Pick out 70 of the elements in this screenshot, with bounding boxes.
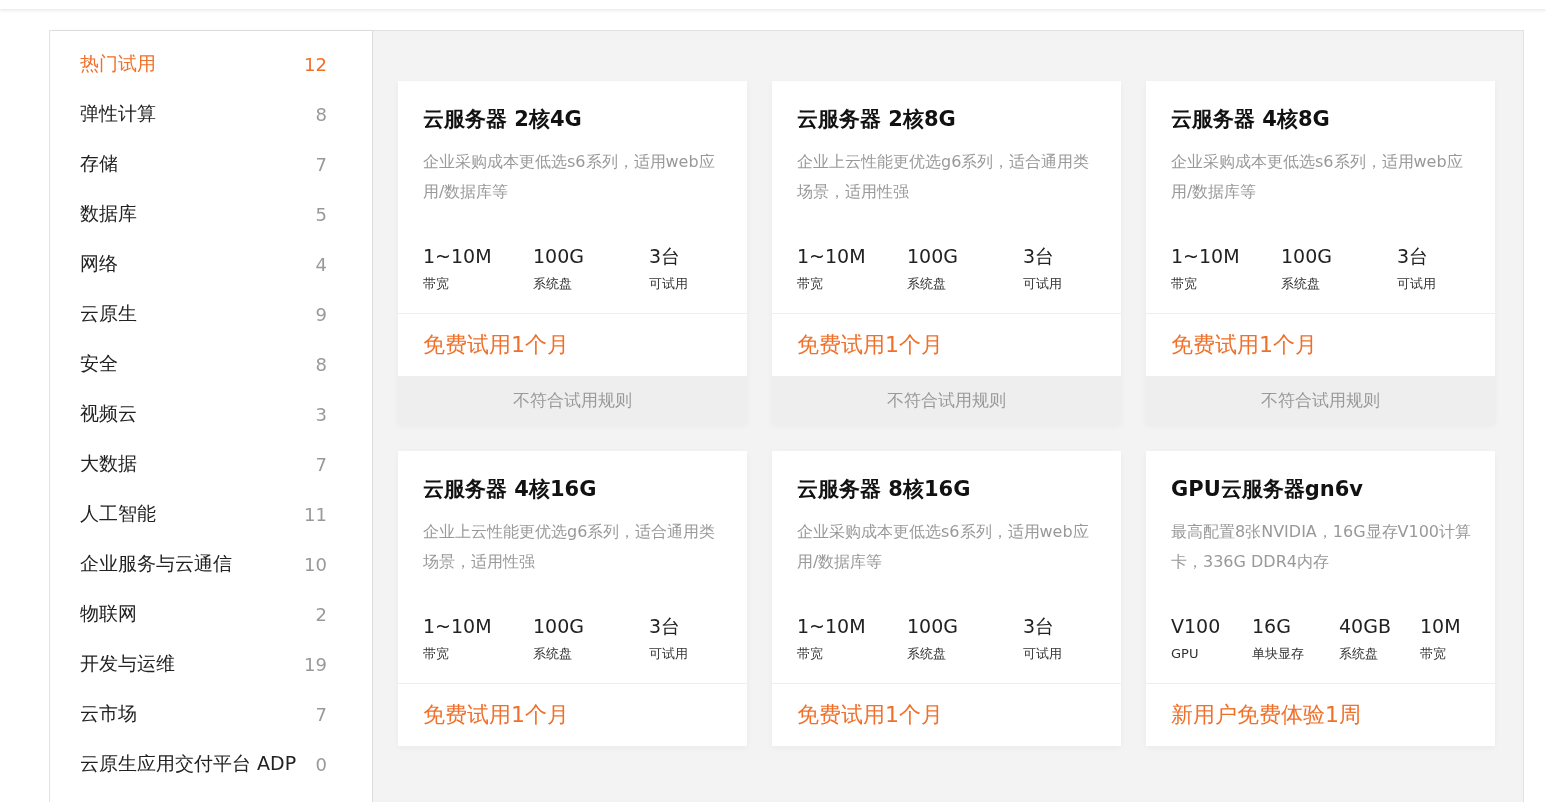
offer-text: 免费试用1个月 [796, 701, 944, 729]
category-item[interactable]: 云原生应用交付平台 ADP 0 [50, 739, 372, 789]
spec-label: GPU [1171, 645, 1200, 663]
spec-value: 100G [1281, 244, 1333, 269]
product-description: 企业采购成本更低选s6系列，适用web应用/数据库等 [797, 521, 1090, 573]
category-item[interactable]: 网络 4 [50, 239, 372, 289]
spec-label: 带宽 [423, 275, 450, 293]
spec-label: 系统盘 [907, 645, 947, 663]
spec-label: 带宽 [1171, 275, 1198, 293]
product-title: GPU云服务器gn6v [1171, 476, 1364, 503]
category-item[interactable]: 弹性计算 8 [50, 89, 372, 139]
spec-value: 40GB [1339, 614, 1392, 639]
spec-value: 10M [1420, 614, 1462, 639]
spec-label: 可试用 [1397, 275, 1437, 293]
spec-value: 100G [533, 244, 585, 269]
spec-value: 100G [907, 244, 959, 269]
product-title: 云服务器 2核4G [423, 106, 583, 133]
product-title: 云服务器 4核8G [1171, 106, 1331, 133]
product-description: 企业上云性能更优选g6系列，适合通用类场景，适用性强 [797, 151, 1091, 203]
category-item[interactable]: 人工智能 11 [50, 489, 372, 539]
spec-label: 可试用 [649, 275, 689, 293]
spec-value: 3台 [1023, 614, 1056, 639]
spec-label: 带宽 [1420, 645, 1447, 663]
spec-label: 系统盘 [1281, 275, 1321, 293]
category-item[interactable]: 企业服务与云通信 10 [50, 539, 372, 589]
category-item[interactable]: 开发与运维 19 [50, 639, 372, 689]
category-item[interactable]: 安全 8 [50, 339, 372, 389]
product-description: 最高配置8张NVIDIA，16G显存V100计算卡，336G DDR4内存 [1171, 521, 1473, 573]
category-item[interactable]: 物联网 2 [50, 589, 372, 639]
category-item[interactable]: 数据库 5 [50, 189, 372, 239]
spec-value: 100G [907, 614, 959, 639]
spec-label: 系统盘 [907, 275, 947, 293]
spec-value: 100G [533, 614, 585, 639]
spec-label: 带宽 [797, 645, 824, 663]
offer-text: 免费试用1个月 [796, 331, 944, 359]
spec-value: 3台 [649, 244, 682, 269]
spec-value: 1~10M [423, 614, 493, 639]
category-item[interactable]: 云原生 9 [50, 289, 372, 339]
spec-value: 3台 [1397, 244, 1430, 269]
spec-label: 系统盘 [533, 645, 573, 663]
product-title: 云服务器 2核8G [797, 106, 957, 133]
offer-text: 免费试用1个月 [422, 701, 570, 729]
spec-value: 1~10M [1171, 244, 1241, 269]
spec-value: 3台 [649, 614, 682, 639]
spec-value: V100 [1171, 614, 1222, 639]
spec-value: 16G [1252, 614, 1292, 639]
category-item[interactable]: 视频云 3 [50, 389, 372, 439]
category-item[interactable]: 大数据 7 [50, 439, 372, 489]
category-item[interactable]: 云市场 7 [50, 689, 372, 739]
spec-label: 系统盘 [533, 275, 573, 293]
spec-label: 带宽 [423, 645, 450, 663]
offer-text: 免费试用1个月 [1170, 331, 1318, 359]
category-item[interactable]: 存储 7 [50, 139, 372, 189]
spec-label: 可试用 [649, 645, 689, 663]
spec-label: 可试用 [1023, 645, 1063, 663]
spec-value: 1~10M [797, 244, 867, 269]
offer-text: 免费试用1个月 [422, 331, 570, 359]
spec-label: 带宽 [797, 275, 824, 293]
product-description: 企业上云性能更优选g6系列，适合通用类场景，适用性强 [423, 521, 717, 573]
product-description: 企业采购成本更低选s6系列，适用web应用/数据库等 [1171, 151, 1464, 203]
product-description: 企业采购成本更低选s6系列，适用web应用/数据库等 [423, 151, 716, 203]
spec-value: 1~10M [797, 614, 867, 639]
product-title: 云服务器 8核16G [797, 476, 972, 503]
spec-label: 单块显存 [1252, 645, 1305, 663]
product-title: 云服务器 4核16G [423, 476, 598, 503]
spec-label: 可试用 [1023, 275, 1063, 293]
offer-text: 新用户免费体验1周 [1170, 701, 1362, 729]
spec-value: 1~10M [423, 244, 493, 269]
spec-value: 3台 [1023, 244, 1056, 269]
spec-label: 系统盘 [1339, 645, 1379, 663]
